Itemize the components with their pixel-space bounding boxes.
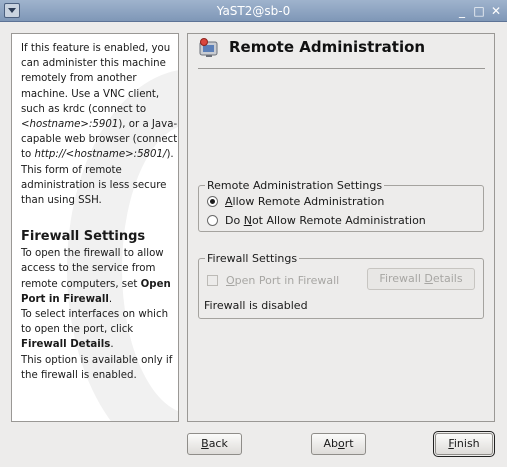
allow-remote-admin-label: Allow Remote Administration [225,195,385,208]
maximize-icon[interactable]: □ [472,4,486,18]
allow-remote-admin-radio[interactable]: Allow Remote Administration [207,195,384,208]
firewall-settings-legend: Firewall Settings [207,252,298,265]
header-divider [198,68,485,69]
deny-remote-admin-label: Do Not Allow Remote Administration [225,214,426,227]
back-button[interactable]: Back [187,433,242,455]
help-panel: If this feature is enabled, you can admi… [11,33,179,422]
remote-admin-settings-legend: Remote Administration Settings [207,179,383,192]
abort-button[interactable]: Abort [311,433,366,455]
window-title: YaST2@sb-0 [216,4,291,18]
deny-remote-admin-radio[interactable]: Do Not Allow Remote Administration [207,214,426,227]
help-text: If this feature is enabled, you can admi… [21,41,178,383]
firewall-details-button[interactable]: Firewall Details [367,268,475,290]
help-firewall-p2: To select interfaces on which to open th… [21,309,169,351]
open-port-check-indicator[interactable] [207,275,218,286]
open-port-checkbox[interactable]: Open Port in Firewall [207,274,339,287]
help-firewall-p1: To open the firewall to allow access to … [21,248,171,305]
deny-radio-indicator[interactable] [207,215,218,226]
help-heading-firewall: Firewall Settings [21,229,146,245]
open-port-label: Open Port in Firewall [226,274,340,287]
help-intro: If this feature is enabled, you can admi… [21,43,178,207]
content-panel: Remote Administration Remote Administrat… [187,33,495,422]
close-icon[interactable]: ✕ [489,4,503,18]
allow-radio-indicator[interactable] [207,196,218,207]
page-title: Remote Administration [229,38,426,56]
minimize-icon[interactable]: _ [455,4,469,18]
firewall-status: Firewall is disabled [204,299,308,312]
remote-admin-icon [199,38,218,57]
help-firewall-p3: This option is available only if the fir… [21,354,173,381]
finish-button[interactable]: Finish [433,431,495,457]
window-titlebar: YaST2@sb-0 _ □ ✕ [0,0,507,22]
